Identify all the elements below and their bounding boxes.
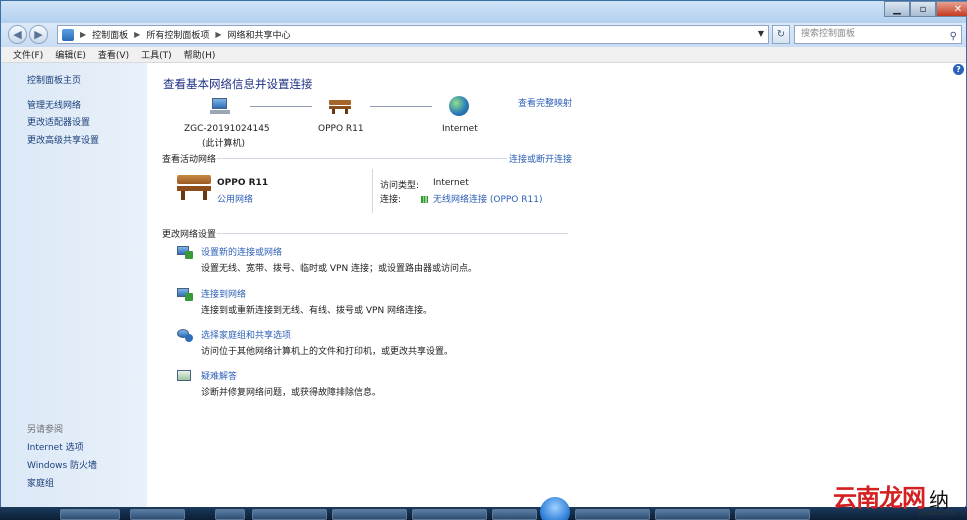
computer-icon — [209, 98, 231, 114]
close-button[interactable]: ✕ — [936, 1, 967, 17]
menu-help[interactable]: 帮助(H) — [184, 48, 216, 61]
menu-view[interactable]: 查看(V) — [98, 48, 129, 61]
maximize-button[interactable]: ▫ — [910, 1, 936, 17]
internet-label: Internet — [442, 124, 478, 134]
homegroup-icon — [177, 329, 193, 343]
taskbar — [0, 507, 967, 520]
sidebar-item-firewall[interactable]: Windows 防火墙 — [27, 458, 97, 471]
sidebar-item-homegroup[interactable]: 家庭组 — [27, 476, 54, 489]
active-networks-title: 查看活动网络 — [162, 155, 217, 165]
vertical-divider — [372, 169, 373, 213]
menu-edit[interactable]: 编辑(E) — [55, 48, 86, 61]
search-input[interactable]: 搜索控制面板 ⚲ — [794, 25, 962, 44]
window-controls: ▁ ▫ ✕ — [884, 1, 967, 17]
connect-disconnect-link[interactable]: 连接或断开连接 — [509, 152, 572, 165]
title-bar: ▁ ▫ ✕ — [1, 1, 967, 23]
breadcrumb-separator-icon: ▶ — [134, 30, 141, 39]
help-icon[interactable]: ? — [953, 64, 964, 75]
connection-value: 无线网络连接 (OPPO R11) — [433, 195, 543, 205]
task-connect-network[interactable]: 连接到网络 — [201, 287, 246, 300]
sidebar-item-adapter[interactable]: 更改适配器设置 — [27, 115, 90, 128]
minimize-button[interactable]: ▁ — [884, 1, 910, 17]
taskbar-item[interactable] — [252, 509, 327, 520]
sidebar: 控制面板主页 管理无线网络 更改适配器设置 更改高级共享设置 另请参阅 Inte… — [1, 63, 147, 507]
new-connection-icon — [177, 246, 193, 260]
main-content: 查看基本网络信息并设置连接 查看完整映射 ZGC-20191024145 (此计… — [147, 63, 965, 507]
computer-sub: (此计算机) — [202, 139, 246, 149]
task-connect-network-desc: 连接到或重新连接到无线、有线、拨号或 VPN 网络连接。 — [201, 306, 433, 316]
active-network-name: OPPO R11 — [217, 178, 269, 188]
sidebar-item-home[interactable]: 控制面板主页 — [27, 73, 81, 86]
sidebar-item-wireless[interactable]: 管理无线网络 — [27, 98, 81, 111]
wireless-connection-link[interactable]: 无线网络连接 (OPPO R11) — [421, 192, 542, 205]
network-bench-icon — [177, 173, 211, 201]
task-troubleshoot[interactable]: 疑难解答 — [201, 369, 237, 382]
task-homegroup-desc: 访问位于其他网络计算机上的文件和打印机，或更改共享设置。 — [201, 347, 454, 357]
view-full-map-link[interactable]: 查看完整映射 — [518, 96, 572, 109]
access-type-value: Internet — [433, 178, 469, 188]
breadcrumb-control-panel[interactable]: 控制面板 — [92, 28, 128, 41]
access-type-label: 访问类型: — [380, 181, 420, 191]
globe-icon — [449, 96, 469, 116]
forward-button[interactable]: ▶ — [29, 25, 48, 44]
bench-network-icon — [329, 98, 351, 114]
search-icon[interactable]: ⚲ — [950, 28, 957, 45]
chevron-down-icon[interactable]: ▼ — [758, 29, 764, 38]
breadcrumb-separator-icon: ▶ — [80, 30, 87, 39]
taskbar-item[interactable] — [332, 509, 407, 520]
start-orb-icon[interactable] — [540, 497, 570, 520]
watermark-sub: jinnalai.com — [919, 510, 956, 517]
address-bar[interactable]: ▶ 控制面板 ▶ 所有控制面板项 ▶ 网络和共享中心 ▼ — [57, 25, 769, 44]
taskbar-item[interactable] — [130, 509, 185, 520]
sidebar-item-sharing[interactable]: 更改高级共享设置 — [27, 133, 99, 146]
search-placeholder: 搜索控制面板 — [801, 29, 856, 39]
map-link-line — [370, 106, 432, 107]
page-title: 查看基本网络信息并设置连接 — [163, 77, 313, 91]
network-type-link[interactable]: 公用网络 — [217, 192, 253, 205]
back-button[interactable]: ◀ — [8, 25, 27, 44]
menu-tools[interactable]: 工具(T) — [141, 48, 172, 61]
computer-name: ZGC-20191024145 — [184, 124, 270, 134]
taskbar-item[interactable] — [655, 509, 730, 520]
refresh-button[interactable]: ↻ — [772, 25, 790, 44]
divider — [217, 158, 507, 159]
menu-file[interactable]: 文件(F) — [13, 48, 43, 61]
taskbar-item[interactable] — [215, 509, 245, 520]
signal-strength-icon — [421, 196, 430, 203]
see-also-title: 另请参阅 — [27, 425, 64, 435]
menu-bar: 文件(F) 编辑(E) 查看(V) 工具(T) 帮助(H) — [1, 47, 966, 63]
sidebar-item-internet-options[interactable]: Internet 选项 — [27, 440, 84, 453]
taskbar-item[interactable] — [735, 509, 810, 520]
network-name: OPPO R11 — [318, 124, 364, 134]
task-new-connection[interactable]: 设置新的连接或网络 — [201, 245, 282, 258]
change-settings-title: 更改网络设置 — [162, 230, 217, 240]
task-homegroup[interactable]: 选择家庭组和共享选项 — [201, 328, 291, 341]
breadcrumb-network-center[interactable]: 网络和共享中心 — [228, 28, 291, 41]
task-new-connection-desc: 设置无线、宽带、拨号、临时或 VPN 连接；或设置路由器或访问点。 — [201, 264, 478, 274]
address-row: ◀ ▶ ▶ 控制面板 ▶ 所有控制面板项 ▶ 网络和共享中心 ▼ ↻ 搜索控制面… — [1, 23, 966, 47]
task-troubleshoot-desc: 诊断并修复网络问题，或获得故障排除信息。 — [201, 388, 382, 398]
watermark: 云南龙网 纳新 jinnalai.com — [833, 478, 967, 520]
divider — [217, 233, 568, 234]
taskbar-item[interactable] — [492, 509, 537, 520]
connections-label: 连接: — [380, 195, 402, 205]
taskbar-item[interactable] — [412, 509, 487, 520]
control-panel-icon — [62, 28, 74, 41]
map-link-line — [250, 106, 312, 107]
breadcrumb-all-items[interactable]: 所有控制面板项 — [146, 28, 209, 41]
connect-network-icon — [177, 288, 193, 302]
taskbar-item[interactable] — [575, 509, 650, 520]
watermark-text: 云南龙网 — [833, 483, 926, 512]
control-panel-window: ▁ ▫ ✕ ◀ ▶ ▶ 控制面板 ▶ 所有控制面板项 ▶ 网络和共享中心 ▼ ↻… — [0, 0, 967, 507]
troubleshoot-icon — [177, 370, 193, 384]
taskbar-item[interactable] — [60, 509, 120, 520]
breadcrumb-separator-icon: ▶ — [215, 30, 222, 39]
